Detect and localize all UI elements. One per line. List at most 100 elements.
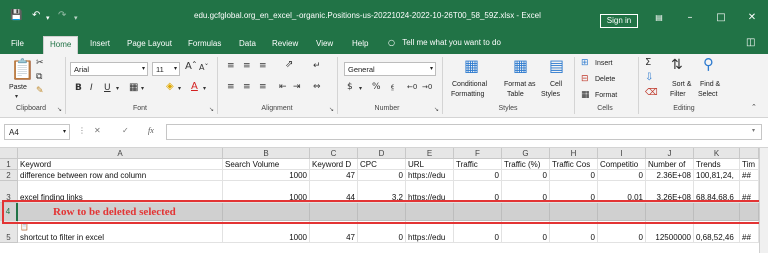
cell[interactable]: Keyword <box>18 159 223 170</box>
borders-dropdown-icon[interactable]: ▾ <box>141 86 144 92</box>
cell[interactable]: Number of <box>646 159 694 170</box>
cell[interactable]: 0 <box>358 221 406 243</box>
decrease-decimal-icon[interactable]: →0 <box>422 84 432 91</box>
more-options-icon[interactable]: ⋮ <box>78 126 86 135</box>
tab-home[interactable]: Home <box>43 36 79 54</box>
format-as-table-label-1[interactable]: Format as <box>504 80 536 89</box>
cell[interactable]: 0 <box>502 170 550 181</box>
column-header-j[interactable]: J <box>646 148 694 159</box>
cell[interactable]: 100,81,24, <box>694 170 740 181</box>
redo-icon[interactable]: ↷ <box>58 10 66 22</box>
sign-in-button[interactable]: Sign in <box>600 14 638 28</box>
italic-icon[interactable]: I <box>90 84 93 93</box>
cell[interactable]: 0 <box>598 221 646 243</box>
increase-indent-icon[interactable]: ⇥ <box>293 83 301 92</box>
minimize-button[interactable]: – <box>683 11 697 25</box>
format-as-table-label-2[interactable]: Table <box>507 90 524 99</box>
cell[interactable]: https://edu <box>406 221 454 243</box>
merge-center-icon[interactable]: ⇔ <box>313 83 321 92</box>
comma-style-icon[interactable]: ⍷ <box>390 83 395 92</box>
row-header[interactable]: 2 <box>0 170 18 181</box>
cell[interactable]: ## <box>740 170 759 181</box>
format-cells-label[interactable]: Format <box>595 91 617 100</box>
column-header-i[interactable]: I <box>598 148 646 159</box>
save-icon[interactable]: 💾 <box>10 10 22 22</box>
align-middle-icon[interactable]: ≡ <box>243 62 251 71</box>
currency-dropdown-icon[interactable]: ▾ <box>359 86 362 92</box>
cell[interactable]: difference between row and column <box>18 170 223 181</box>
decrease-font-size-icon[interactable]: Aˇ <box>199 64 208 72</box>
close-button[interactable]: ✕ <box>745 11 759 25</box>
orientation-icon[interactable]: ⇗ <box>285 60 293 70</box>
autosum-icon[interactable]: Σ <box>645 58 651 68</box>
cell[interactable]: Search Volume <box>223 159 310 170</box>
paste-icon[interactable]: 📋 <box>10 59 35 79</box>
delete-cells-label[interactable]: Delete <box>595 75 615 84</box>
column-header-g[interactable]: G <box>502 148 550 159</box>
ribbon-display-options-icon[interactable]: ▤ <box>652 11 666 25</box>
row-header[interactable]: 5 <box>0 221 18 243</box>
column-header-h[interactable]: H <box>550 148 598 159</box>
find-select-label-2[interactable]: Select <box>698 90 717 99</box>
cell[interactable]: 0 <box>598 170 646 181</box>
cell[interactable]: 1000 <box>223 170 310 181</box>
cell[interactable]: 0 <box>358 170 406 181</box>
cell[interactable]: URL <box>406 159 454 170</box>
format-painter-icon[interactable]: ✎ <box>36 87 44 96</box>
font-color-icon[interactable]: A <box>191 82 198 92</box>
delete-cells-icon[interactable]: ⊟ <box>581 75 589 84</box>
cell[interactable]: Keyword D <box>310 159 358 170</box>
cell[interactable]: 0 <box>502 221 550 243</box>
insert-cells-label[interactable]: Insert <box>595 59 613 68</box>
tab-file[interactable]: File <box>11 39 24 48</box>
align-bottom-icon[interactable]: ≡ <box>259 62 267 71</box>
format-cells-icon[interactable]: ▦ <box>581 91 590 100</box>
align-left-icon[interactable]: ≡ <box>227 83 235 92</box>
font-size-combo[interactable]: 11 ▾ <box>152 62 180 76</box>
worksheet-grid[interactable]: A B C D E F G H I J K 1 2 3 4 5 Keyword … <box>0 148 768 253</box>
align-top-icon[interactable]: ≡ <box>227 62 235 71</box>
column-header-e[interactable]: E <box>406 148 454 159</box>
cell-styles-icon[interactable]: ▤ <box>549 58 564 74</box>
column-header-d[interactable]: D <box>358 148 406 159</box>
select-all-corner[interactable] <box>0 148 18 159</box>
paste-button-label[interactable]: Paste <box>9 83 27 92</box>
font-color-dropdown-icon[interactable]: ▾ <box>203 86 206 92</box>
clipboard-launcher-icon[interactable]: ↘ <box>57 106 62 113</box>
insert-cells-icon[interactable]: ⊞ <box>581 59 589 68</box>
number-launcher-icon[interactable]: ↘ <box>434 106 439 113</box>
fill-color-dropdown-icon[interactable]: ▾ <box>178 86 181 92</box>
cell[interactable]: ## <box>740 221 759 243</box>
cell-styles-label-1[interactable]: Cell <box>550 80 562 89</box>
undo-dropdown-icon[interactable]: ▾ <box>46 12 50 24</box>
alignment-launcher-icon[interactable]: ↘ <box>329 106 334 113</box>
cell[interactable]: https://edu <box>406 170 454 181</box>
cell[interactable]: Traffic Cos <box>550 159 598 170</box>
cell[interactable]: 2.36E+08 <box>646 170 694 181</box>
cell[interactable]: Traffic <box>454 159 502 170</box>
wrap-text-icon[interactable]: ↵ <box>313 62 321 71</box>
cell[interactable]: 0 <box>454 221 502 243</box>
undo-icon[interactable]: ↶ <box>32 10 40 22</box>
underline-dropdown-icon[interactable]: ▾ <box>116 86 119 92</box>
copy-icon[interactable]: ⧉ <box>36 73 42 82</box>
cell[interactable]: 0 <box>550 221 598 243</box>
conditional-formatting-label-2[interactable]: Formatting <box>451 90 484 99</box>
tell-me-search[interactable]: ○ Tell me what you want to do <box>388 38 501 47</box>
row-header[interactable]: 1 <box>0 159 18 170</box>
tab-formulas[interactable]: Formulas <box>188 39 221 48</box>
paste-options-icon[interactable]: 📋 <box>20 223 29 231</box>
cell[interactable]: shortcut to filter in excel <box>18 221 223 243</box>
find-select-label-1[interactable]: Find & <box>700 80 720 89</box>
currency-icon[interactable]: $ <box>347 83 353 92</box>
tab-page-layout[interactable]: Page Layout <box>127 39 172 48</box>
percent-icon[interactable]: % <box>372 83 381 92</box>
collapse-ribbon-icon[interactable]: ⌃ <box>751 104 757 111</box>
cell[interactable]: Competitio <box>598 159 646 170</box>
column-header-f[interactable]: F <box>454 148 502 159</box>
cancel-formula-icon[interactable]: ✕ <box>94 126 101 135</box>
cell[interactable]: Trends <box>694 159 740 170</box>
cell[interactable]: 47 <box>310 170 358 181</box>
format-as-table-icon[interactable]: ▦ <box>513 58 528 74</box>
cell-styles-label-2[interactable]: Styles <box>541 90 560 99</box>
